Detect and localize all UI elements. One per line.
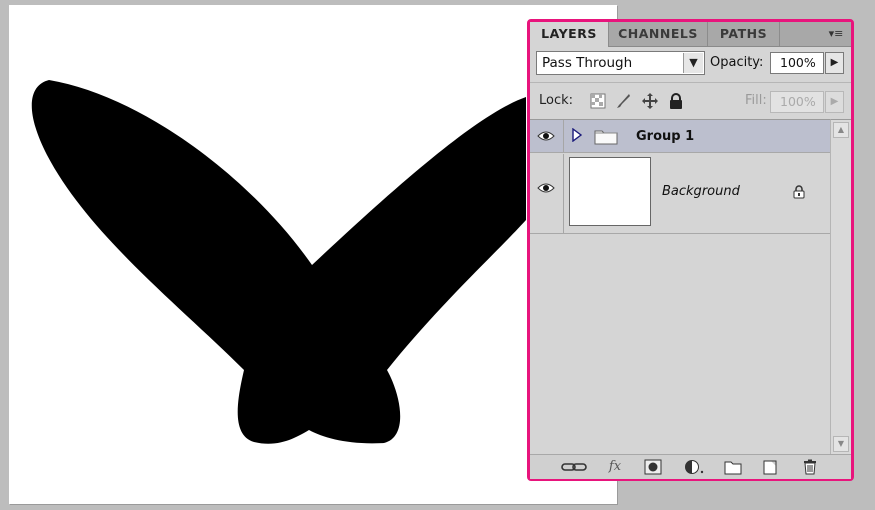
- tab-channels[interactable]: CHANNELS: [609, 22, 708, 46]
- layer-thumbnail: [569, 157, 651, 226]
- layer-row-background[interactable]: Background: [530, 154, 830, 234]
- tab-layers[interactable]: LAYERS: [530, 22, 609, 47]
- divider: [530, 82, 851, 83]
- trash-icon[interactable]: [802, 459, 818, 475]
- link-layers-icon[interactable]: [561, 459, 587, 475]
- panel-menu-icon[interactable]: ▾≡: [825, 26, 847, 42]
- blend-mode-value: Pass Through: [542, 55, 633, 71]
- opacity-slider-arrow-icon[interactable]: ▶: [825, 52, 844, 74]
- opacity-input[interactable]: 100%: [770, 52, 824, 74]
- fill-input[interactable]: 100%: [770, 91, 824, 113]
- layers-panel: LAYERS CHANNELS PATHS ▾≡ Pass Through ▼ …: [527, 19, 854, 481]
- panel-bottom-bar: fx: [530, 454, 851, 479]
- fx-icon[interactable]: fx: [604, 459, 626, 475]
- layer-name[interactable]: Background: [662, 184, 740, 199]
- lock-position-icon[interactable]: [641, 92, 659, 110]
- scroll-down-icon[interactable]: ▼: [833, 436, 849, 452]
- opacity-label: Opacity:: [710, 55, 764, 70]
- lock-label: Lock:: [539, 93, 574, 108]
- layers-scrollbar[interactable]: ▲ ▼: [830, 119, 851, 454]
- visibility-toggle[interactable]: [530, 154, 564, 233]
- tab-paths[interactable]: PATHS: [708, 22, 780, 46]
- lock-all-icon[interactable]: [667, 92, 685, 110]
- lock-transparent-icon[interactable]: [589, 92, 607, 110]
- eye-icon: [537, 183, 555, 193]
- scroll-up-icon[interactable]: ▲: [833, 122, 849, 138]
- layers-list: Group 1 Background: [530, 119, 830, 455]
- new-group-icon[interactable]: [724, 459, 742, 475]
- layer-row-group-1[interactable]: Group 1: [530, 120, 830, 153]
- add-mask-icon[interactable]: [644, 459, 662, 475]
- blend-mode-select[interactable]: Pass Through ▼: [536, 51, 705, 75]
- fill-slider-arrow-icon[interactable]: ▶: [825, 91, 844, 113]
- chevron-down-icon[interactable]: ▼: [683, 53, 703, 73]
- lock-paint-icon[interactable]: [614, 92, 632, 110]
- expand-arrow-icon[interactable]: [572, 128, 582, 142]
- folder-icon: [594, 130, 618, 145]
- lock-icon: [793, 185, 805, 199]
- panel-tabs: LAYERS CHANNELS PATHS ▾≡: [530, 22, 851, 47]
- butterfly-shape: [31, 80, 526, 444]
- document-canvas[interactable]: [9, 5, 617, 504]
- new-layer-icon[interactable]: [762, 459, 778, 475]
- visibility-toggle[interactable]: [530, 120, 564, 152]
- adjustment-layer-icon[interactable]: [684, 459, 706, 475]
- layer-name[interactable]: Group 1: [636, 129, 694, 144]
- eye-icon: [537, 131, 555, 141]
- fill-label: Fill:: [745, 93, 767, 108]
